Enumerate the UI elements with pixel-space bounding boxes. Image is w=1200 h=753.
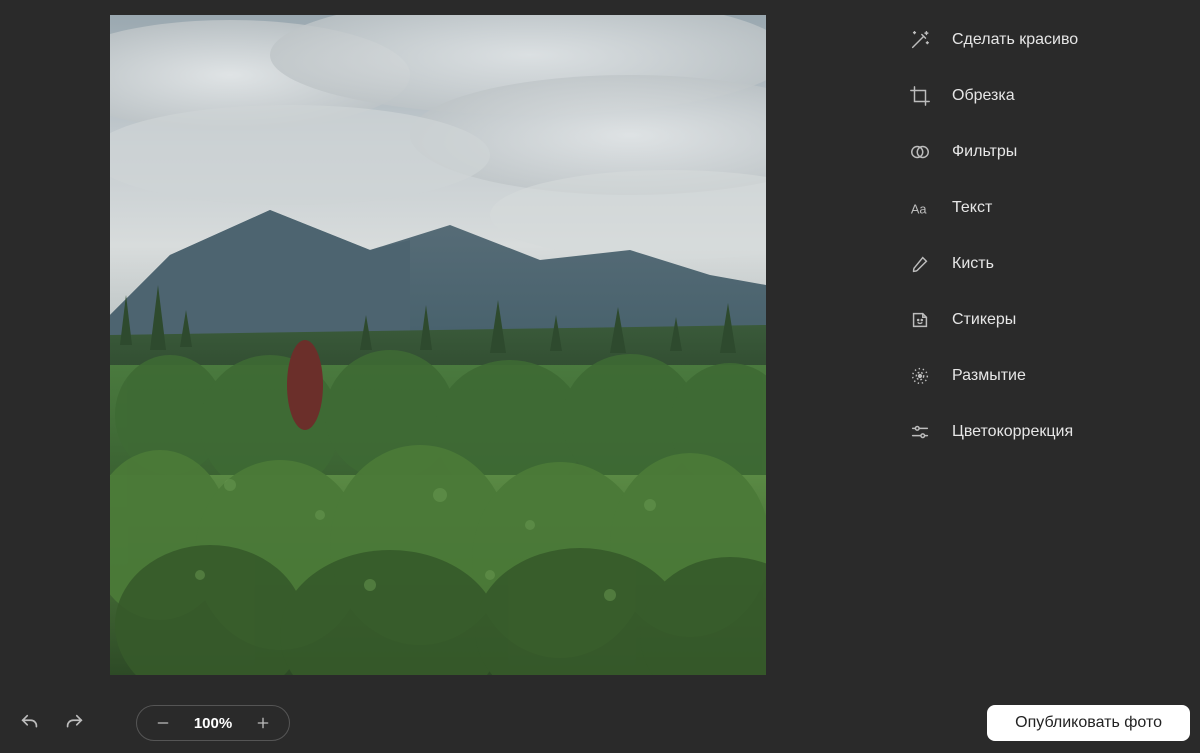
bottom-bar: 100% Опубликовать фото <box>0 703 1200 743</box>
tool-blur[interactable]: Размытие <box>900 354 1200 398</box>
text-icon: Aa <box>908 196 932 220</box>
tools-sidebar: Сделать красиво Обрезка Фильтры Aa Текст <box>900 18 1200 454</box>
zoom-out-button[interactable] <box>153 713 173 733</box>
blur-icon <box>908 364 932 388</box>
brush-icon <box>908 252 932 276</box>
tool-label: Кисть <box>952 255 994 273</box>
tool-label: Цветокоррекция <box>952 423 1073 441</box>
tool-label: Стикеры <box>952 311 1016 329</box>
tool-label: Обрезка <box>952 87 1015 105</box>
redo-button[interactable] <box>58 707 90 739</box>
tool-label: Текст <box>952 199 992 217</box>
tool-stickers[interactable]: Стикеры <box>900 298 1200 342</box>
tool-filters[interactable]: Фильтры <box>900 130 1200 174</box>
tool-label: Фильтры <box>952 143 1017 161</box>
photo-preview <box>110 15 766 675</box>
svg-text:Aa: Aa <box>911 202 928 217</box>
tool-label: Размытие <box>952 367 1026 385</box>
tool-color-correction[interactable]: Цветокоррекция <box>900 410 1200 454</box>
sliders-icon <box>908 420 932 444</box>
minus-icon <box>155 715 171 731</box>
plus-icon <box>255 715 271 731</box>
undo-icon <box>19 712 41 734</box>
filters-icon <box>908 140 932 164</box>
sticker-icon <box>908 308 932 332</box>
tool-crop[interactable]: Обрезка <box>900 74 1200 118</box>
zoom-in-button[interactable] <box>253 713 273 733</box>
zoom-control: 100% <box>136 705 290 741</box>
crop-icon <box>908 84 932 108</box>
image-canvas[interactable] <box>110 15 766 675</box>
zoom-level: 100% <box>191 715 235 732</box>
tool-enhance[interactable]: Сделать красиво <box>900 18 1200 62</box>
publish-button[interactable]: Опубликовать фото <box>987 705 1190 741</box>
tool-brush[interactable]: Кисть <box>900 242 1200 286</box>
redo-icon <box>63 712 85 734</box>
tool-text[interactable]: Aa Текст <box>900 186 1200 230</box>
magic-wand-icon <box>908 28 932 52</box>
undo-button[interactable] <box>14 707 46 739</box>
tool-label: Сделать красиво <box>952 31 1078 49</box>
